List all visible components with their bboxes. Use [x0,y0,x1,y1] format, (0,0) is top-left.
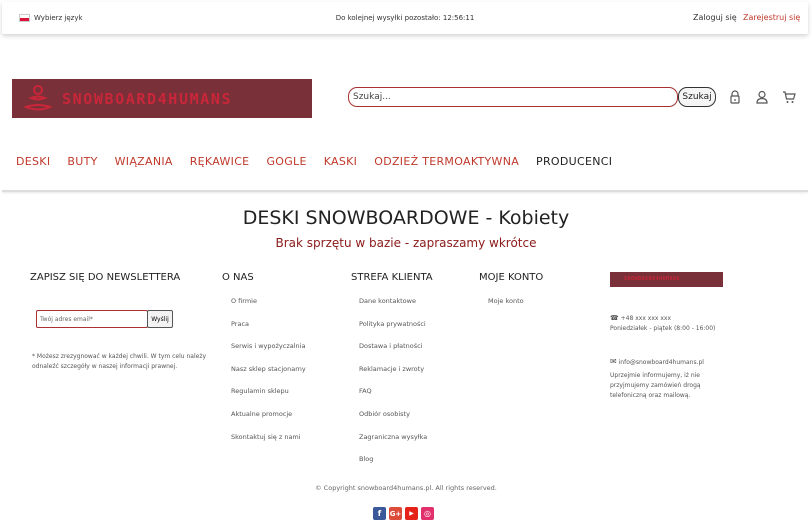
mail-icon: ✉ [610,357,617,366]
opening-hours: Poniedziałek - piątek (8:00 - 16:00) [610,325,716,332]
newsletter-note: * Możesz zrezygnować w każdej chwili. W … [32,353,207,370]
nav-item-deski[interactable]: DESKI [16,155,50,168]
main-nav: DESKI BUTY WIĄZANIA RĘKAWICE GOGLE KASKI… [16,155,629,168]
email-address[interactable]: info@snowboard4humans.pl [619,359,704,366]
instagram-icon[interactable]: ◎ [421,507,434,520]
client-zone-links: Dane kontaktowe Polityka prywatności Dos… [359,297,427,478]
contact-phone: ☎ +48 xxx xxx xxx Poniedziałek - piątek … [610,313,715,334]
snowboarder-logo-icon [23,84,53,110]
footer-link[interactable]: Odbiór osobisty [359,410,427,433]
footer-link[interactable]: Praca [231,320,306,343]
nav-divider [2,190,808,192]
footer-link[interactable]: Moje konto [488,297,524,320]
nav-item-odziez-termoaktywna[interactable]: ODZIEŻ TERMOAKTYWNA [374,155,519,168]
cart-icon[interactable] [782,90,796,104]
search-button[interactable]: Szukaj [678,87,716,107]
nav-item-producenci[interactable]: PRODUCENCI [536,155,612,168]
footer-link[interactable]: Dane kontaktowe [359,297,427,320]
lock-icon[interactable] [728,90,742,104]
site-logo[interactable]: SNOWBOARD4HUMANS [12,79,312,118]
google-plus-icon[interactable]: G+ [389,507,402,520]
phone-number[interactable]: +48 xxx xxx xxx [621,315,671,322]
footer-link[interactable]: Zagraniczna wysyłka [359,433,427,456]
social-links: f G+ ▶ ◎ [373,507,434,520]
search-input[interactable] [348,87,678,107]
about-heading: O NAS [222,272,254,283]
newsletter-submit-button[interactable]: Wyślij [147,310,173,328]
contact-note: Uprzejmie informujemy, iż nie przyjmujem… [610,372,701,399]
footer-link[interactable]: Dostawa i płatności [359,342,427,365]
footer-logo-text: SNOWBOARD4HUMANS [624,276,681,282]
about-links: O firmie Praca Serwis i wypożyczalnia Na… [231,297,306,455]
newsletter-heading: ZAPISZ SIĘ DO NEWSLETTERA [30,272,181,283]
footer-link[interactable]: O firmie [231,297,306,320]
footer-link[interactable]: Skontaktuj się z nami [231,433,306,456]
footer-link[interactable]: FAQ [359,387,427,410]
footer-link[interactable]: Nasz sklep stacjonarny [231,365,306,388]
footer-link[interactable]: Aktualne promocje [231,410,306,433]
footer-link[interactable]: Polityka prywatności [359,320,427,343]
page-title: DESKI SNOWBOARDOWE - Kobiety [242,207,570,229]
footer-link[interactable]: Reklamacje i zwroty [359,365,427,388]
facebook-icon[interactable]: f [373,507,386,520]
account-heading: MOJE KONTO [479,272,544,283]
youtube-icon[interactable]: ▶ [405,507,418,520]
logo-text: SNOWBOARD4HUMANS [62,89,233,108]
footer-link[interactable]: Regulamin sklepu [231,387,306,410]
copyright: © Copyright snowboard4humans.pl. All rig… [315,484,497,492]
shipping-countdown: Do kolejnej wysyłki pozostało: 12:56:11 [335,14,475,22]
client-zone-heading: STREFA KLIENTA [351,272,433,283]
footer-link[interactable]: Serwis i wypożyczalnia [231,342,306,365]
footer-link[interactable]: Blog [359,455,427,478]
nav-item-rekawice[interactable]: RĘKAWICE [190,155,250,168]
register-link[interactable]: Zarejestruj się [743,13,800,22]
nav-item-kaski[interactable]: KASKI [324,155,358,168]
top-bar: Wybierz język Do kolejnej wysyłki pozost… [2,2,808,34]
account-links: Moje konto [488,297,524,320]
user-icon[interactable] [755,90,769,104]
empty-message: Brak sprzętu w bazie - zapraszamy wkrótc… [275,236,537,250]
nav-item-gogle[interactable]: GOGLE [266,155,306,168]
nav-item-buty[interactable]: BUTY [67,155,97,168]
login-link[interactable]: Zaloguj się [693,13,737,22]
nav-item-wiazania[interactable]: WIĄZANIA [115,155,173,168]
newsletter-email-input[interactable] [36,310,148,328]
phone-icon: ☎ [610,314,619,322]
footer-logo[interactable]: SNOWBOARD4HUMANS [610,272,723,287]
contact-email: ✉ info@snowboard4humans.pl [610,357,704,368]
